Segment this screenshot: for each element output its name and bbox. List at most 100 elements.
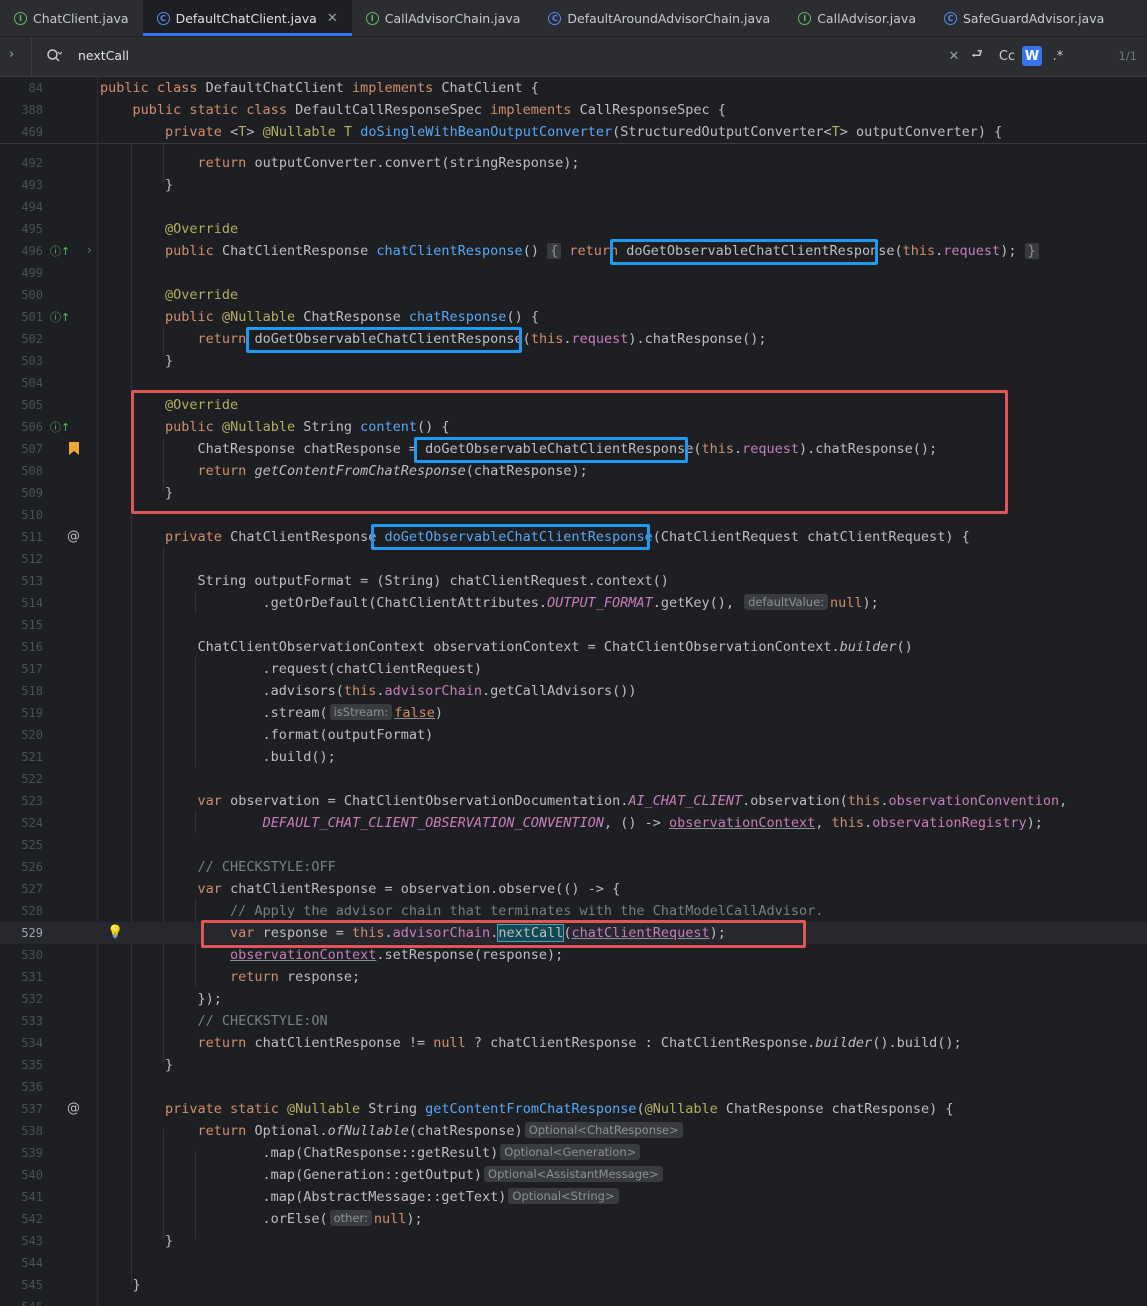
code-line[interactable]: 504 bbox=[0, 372, 1147, 394]
code-line[interactable]: 533 // CHECKSTYLE:ON bbox=[0, 1010, 1147, 1032]
code-text[interactable]: var response = this.advisorChain.nextCal… bbox=[100, 922, 726, 944]
new-line-icon[interactable]: ⮐ bbox=[966, 46, 988, 66]
code-text[interactable]: private ChatClientResponse doGetObservab… bbox=[100, 526, 970, 548]
match-case-toggle[interactable]: Cc bbox=[996, 46, 1018, 66]
code-text[interactable]: return doGetObservableChatClientResponse… bbox=[100, 328, 767, 350]
code-line[interactable]: 524 DEFAULT_CHAT_CLIENT_OBSERVATION_CONV… bbox=[0, 812, 1147, 834]
code-text[interactable]: public static class DefaultCallResponseS… bbox=[100, 99, 726, 121]
code-line[interactable]: 521 .build(); bbox=[0, 746, 1147, 768]
code-line[interactable]: 522 bbox=[0, 768, 1147, 790]
code-text[interactable]: ChatClientObservationContext observation… bbox=[100, 636, 913, 658]
annotation-usages-icon[interactable]: @ bbox=[67, 529, 80, 544]
code-line[interactable]: 508 return getContentFromChatResponse(ch… bbox=[0, 460, 1147, 482]
tab-calladvisor[interactable]: I CallAdvisor.java bbox=[784, 0, 930, 36]
code-text[interactable]: .format(outputFormat) bbox=[100, 724, 434, 746]
code-text[interactable]: .advisors(this.advisorChain.getCallAdvis… bbox=[100, 680, 637, 702]
code-line[interactable]: 515 bbox=[0, 614, 1147, 636]
code-text[interactable]: } bbox=[100, 174, 173, 196]
code-text[interactable]: return Optional.ofNullable(chatResponse)… bbox=[100, 1120, 685, 1142]
code-text[interactable]: } bbox=[100, 1054, 173, 1076]
code-text[interactable]: @Override bbox=[100, 218, 238, 240]
code-text[interactable]: ChatResponse chatResponse = doGetObserva… bbox=[100, 438, 938, 460]
code-line[interactable]: 534 return chatClientResponse != null ? … bbox=[0, 1032, 1147, 1054]
lightbulb-icon[interactable]: 💡 bbox=[107, 925, 123, 940]
code-line[interactable]: 500 @Override bbox=[0, 284, 1147, 306]
code-text[interactable]: return chatClientResponse != null ? chat… bbox=[100, 1032, 962, 1054]
code-line[interactable]: 512 bbox=[0, 548, 1147, 570]
code-text[interactable]: String outputFormat = (String) chatClien… bbox=[100, 570, 669, 592]
code-line[interactable]: 510 bbox=[0, 504, 1147, 526]
code-text[interactable]: return getContentFromChatResponse(chatRe… bbox=[100, 460, 588, 482]
code-line[interactable]: 545 } bbox=[0, 1274, 1147, 1296]
code-text[interactable]: } bbox=[100, 1274, 141, 1296]
code-line[interactable]: 511 private ChatClientResponse doGetObse… bbox=[0, 526, 1147, 548]
tab-chatclient[interactable]: I ChatClient.java bbox=[0, 0, 143, 36]
whole-word-toggle[interactable]: W bbox=[1022, 46, 1042, 66]
tab-safeguardadvisor[interactable]: C SafeGuardAdvisor.java bbox=[930, 0, 1118, 36]
code-line[interactable]: 525 bbox=[0, 834, 1147, 856]
code-line[interactable]: 528 // Apply the advisor chain that term… bbox=[0, 900, 1147, 922]
code-text[interactable]: } bbox=[100, 482, 173, 504]
code-line[interactable]: 526 // CHECKSTYLE:OFF bbox=[0, 856, 1147, 878]
code-text[interactable]: public ChatClientResponse chatClientResp… bbox=[100, 240, 1039, 262]
code-text[interactable]: .map(Generation::getOutput) Optional<Assi… bbox=[100, 1164, 665, 1186]
code-line[interactable]: 84 public class DefaultChatClient impleme… bbox=[0, 77, 1147, 99]
implements-method-icon[interactable]: ⓘ↑ bbox=[50, 243, 70, 259]
code-line[interactable]: 536 bbox=[0, 1076, 1147, 1098]
code-text[interactable]: .map(ChatResponse::getResult) Optional<Ge… bbox=[100, 1142, 642, 1164]
code-text[interactable]: private <T> @Nullable T doSingleWithBean… bbox=[100, 121, 1002, 143]
code-text[interactable]: @Override bbox=[100, 394, 238, 416]
code-text[interactable]: @Override bbox=[100, 284, 238, 306]
implements-method-icon[interactable]: ⓘ↑ bbox=[50, 309, 70, 325]
code-line[interactable]: 535 } bbox=[0, 1054, 1147, 1076]
code-line[interactable]: 513 String outputFormat = (String) chatC… bbox=[0, 570, 1147, 592]
code-line[interactable]: 517 .request(chatClientRequest) bbox=[0, 658, 1147, 680]
code-text[interactable]: return outputConverter.convert(stringRes… bbox=[100, 152, 580, 174]
code-editor[interactable]: 84 public class DefaultChatClient impleme… bbox=[0, 77, 1147, 1306]
code-text[interactable]: .request(chatClientRequest) bbox=[100, 658, 482, 680]
clear-search-icon[interactable]: ✕ bbox=[946, 46, 962, 66]
annotation-usages-icon[interactable]: @ bbox=[67, 1101, 80, 1116]
code-line[interactable]: 502 return doGetObservableChatClientResp… bbox=[0, 328, 1147, 350]
code-line[interactable]: 499 bbox=[0, 262, 1147, 284]
bookmark-icon[interactable] bbox=[69, 442, 79, 455]
implements-method-icon[interactable]: ⓘ↑ bbox=[50, 419, 70, 435]
code-text[interactable]: .build(); bbox=[100, 746, 336, 768]
close-tab-icon[interactable]: ✕ bbox=[327, 11, 338, 26]
code-line[interactable]: 537 private static @Nullable String getC… bbox=[0, 1098, 1147, 1120]
code-line[interactable]: 509 } bbox=[0, 482, 1147, 504]
code-line[interactable]: 542 .orElse(other: null); bbox=[0, 1208, 1147, 1230]
code-line[interactable]: 539 .map(ChatResponse::getResult) Optiona… bbox=[0, 1142, 1147, 1164]
code-text[interactable]: var observation = ChatClientObservationD… bbox=[100, 790, 1068, 812]
fold-expand-chevron-icon[interactable]: › bbox=[87, 243, 92, 257]
code-line[interactable]: 538 return Optional.ofNullable(chatRespo… bbox=[0, 1120, 1147, 1142]
regex-toggle[interactable]: .* bbox=[1048, 46, 1068, 66]
code-line[interactable]: 518 .advisors(this.advisorChain.getCallA… bbox=[0, 680, 1147, 702]
code-line[interactable]: 505 @Override bbox=[0, 394, 1147, 416]
tab-defaultaroundadvisorchain[interactable]: C DefaultAroundAdvisorChain.java bbox=[534, 0, 784, 36]
code-line[interactable]: 516 ChatClientObservationContext observa… bbox=[0, 636, 1147, 658]
code-text[interactable]: observationContext.setResponse(response)… bbox=[100, 944, 563, 966]
code-line[interactable]: 520 .format(outputFormat) bbox=[0, 724, 1147, 746]
code-line[interactable]: 388 public static class DefaultCallRespo… bbox=[0, 99, 1147, 121]
code-line[interactable]: 531 return response; bbox=[0, 966, 1147, 988]
code-line[interactable]: 469 private <T> @Nullable T doSingleWith… bbox=[0, 121, 1147, 143]
expand-replace-chevron-icon[interactable]: › bbox=[9, 47, 14, 62]
code-line[interactable]: 506 public @Nullable String content() { bbox=[0, 416, 1147, 438]
code-line[interactable]: 523 var observation = ChatClientObservat… bbox=[0, 790, 1147, 812]
code-line[interactable]: 519 .stream(isStream: false) bbox=[0, 702, 1147, 724]
code-line[interactable]: 546 bbox=[0, 1296, 1147, 1306]
code-line[interactable]: 529 var response = this.advisorChain.nex… bbox=[0, 922, 1147, 944]
code-text[interactable]: } bbox=[100, 350, 173, 372]
code-text[interactable]: public @Nullable ChatResponse chatRespon… bbox=[100, 306, 539, 328]
code-line[interactable]: 496 public ChatClientResponse chatClient… bbox=[0, 240, 1147, 262]
code-line[interactable]: 492 return outputConverter.convert(strin… bbox=[0, 152, 1147, 174]
code-text[interactable]: .getOrDefault(ChatClientAttributes.OUTPU… bbox=[100, 592, 879, 614]
code-line[interactable]: 493 } bbox=[0, 174, 1147, 196]
code-text[interactable]: // CHECKSTYLE:ON bbox=[100, 1010, 328, 1032]
code-line[interactable]: 495 @Override bbox=[0, 218, 1147, 240]
code-text[interactable]: return response; bbox=[100, 966, 360, 988]
code-line[interactable]: 503 } bbox=[0, 350, 1147, 372]
code-text[interactable]: public @Nullable String content() { bbox=[100, 416, 450, 438]
search-icon[interactable] bbox=[46, 48, 62, 64]
